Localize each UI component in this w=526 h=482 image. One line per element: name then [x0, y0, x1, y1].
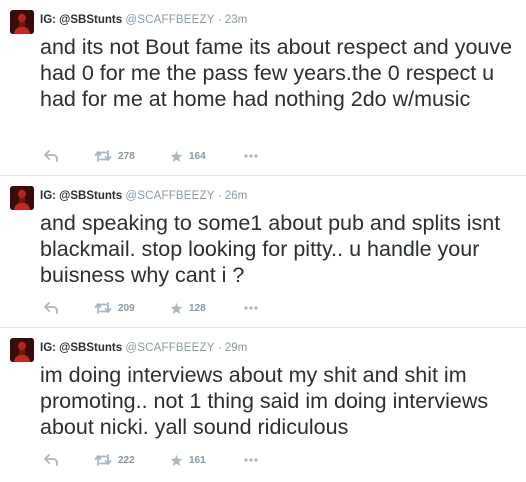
more-options-button[interactable] [244, 299, 258, 317]
star-icon [170, 454, 183, 467]
ellipsis-icon [244, 306, 258, 310]
separator: · [217, 14, 222, 26]
reply-arrow-icon [44, 302, 58, 314]
retweet-icon [94, 150, 112, 162]
separator: · [217, 190, 222, 202]
user-handle[interactable]: @SCAFFBEEZY [125, 190, 214, 202]
retweet-button[interactable]: 278 [94, 147, 135, 165]
favorite-count: 128 [189, 302, 206, 314]
tweet-actions: 222 161 [40, 451, 340, 469]
tweet-timestamp[interactable]: 26m [225, 190, 247, 202]
tweet-header: IG: @SBStunts @SCAFFBEEZY · 23m [40, 13, 247, 27]
tweet-timestamp[interactable]: 23m [225, 14, 247, 26]
star-icon [170, 302, 183, 315]
favorite-button[interactable]: 164 [170, 147, 206, 165]
user-handle[interactable]: @SCAFFBEEZY [125, 14, 214, 26]
reply-button[interactable] [44, 299, 58, 317]
tweet[interactable]: IG: @SBStunts @SCAFFBEEZY · 26m and spea… [0, 176, 526, 328]
reply-button[interactable] [44, 147, 58, 165]
retweet-icon [94, 302, 112, 314]
retweet-count: 222 [118, 454, 135, 466]
avatar[interactable] [10, 186, 34, 210]
reply-arrow-icon [44, 454, 58, 466]
tweet-text: im doing interviews about my shit and sh… [40, 363, 489, 439]
retweet-count: 209 [118, 302, 135, 314]
user-name[interactable]: IG: @SBStunts [40, 14, 122, 26]
favorite-count: 164 [189, 150, 206, 162]
retweet-button[interactable]: 209 [94, 299, 135, 317]
tweet[interactable]: IG: @SBStunts @SCAFFBEEZY · 29m im doing… [0, 328, 526, 482]
tweet-text: and speaking to some1 about pub and spli… [40, 211, 501, 287]
tweet-text: and its not Bout fame its about respect … [40, 35, 513, 111]
reply-button[interactable] [44, 451, 58, 469]
user-name[interactable]: IG: @SBStunts [40, 190, 122, 202]
tweet-header: IG: @SBStunts @SCAFFBEEZY · 26m [40, 189, 247, 203]
more-options-button[interactable] [244, 147, 258, 165]
star-icon [170, 150, 183, 163]
tweet-timeline: IG: @SBStunts @SCAFFBEEZY · 23m and its … [0, 0, 526, 482]
separator: · [217, 342, 222, 354]
tweet-actions: 278 164 [40, 147, 340, 165]
retweet-count: 278 [118, 150, 135, 162]
tweet-header: IG: @SBStunts @SCAFFBEEZY · 29m [40, 341, 247, 355]
more-options-button[interactable] [244, 451, 258, 469]
ellipsis-icon [244, 458, 258, 462]
user-handle[interactable]: @SCAFFBEEZY [125, 342, 214, 354]
favorite-button[interactable]: 161 [170, 451, 206, 469]
favorite-count: 161 [189, 454, 206, 466]
ellipsis-icon [244, 154, 258, 158]
avatar[interactable] [10, 338, 34, 362]
user-name[interactable]: IG: @SBStunts [40, 342, 122, 354]
tweet[interactable]: IG: @SBStunts @SCAFFBEEZY · 23m and its … [0, 0, 526, 176]
tweet-timestamp[interactable]: 29m [225, 342, 247, 354]
avatar[interactable] [10, 10, 34, 34]
tweet-actions: 209 128 [40, 299, 340, 317]
favorite-button[interactable]: 128 [170, 299, 206, 317]
retweet-button[interactable]: 222 [94, 451, 135, 469]
retweet-icon [94, 454, 112, 466]
reply-arrow-icon [44, 150, 58, 162]
